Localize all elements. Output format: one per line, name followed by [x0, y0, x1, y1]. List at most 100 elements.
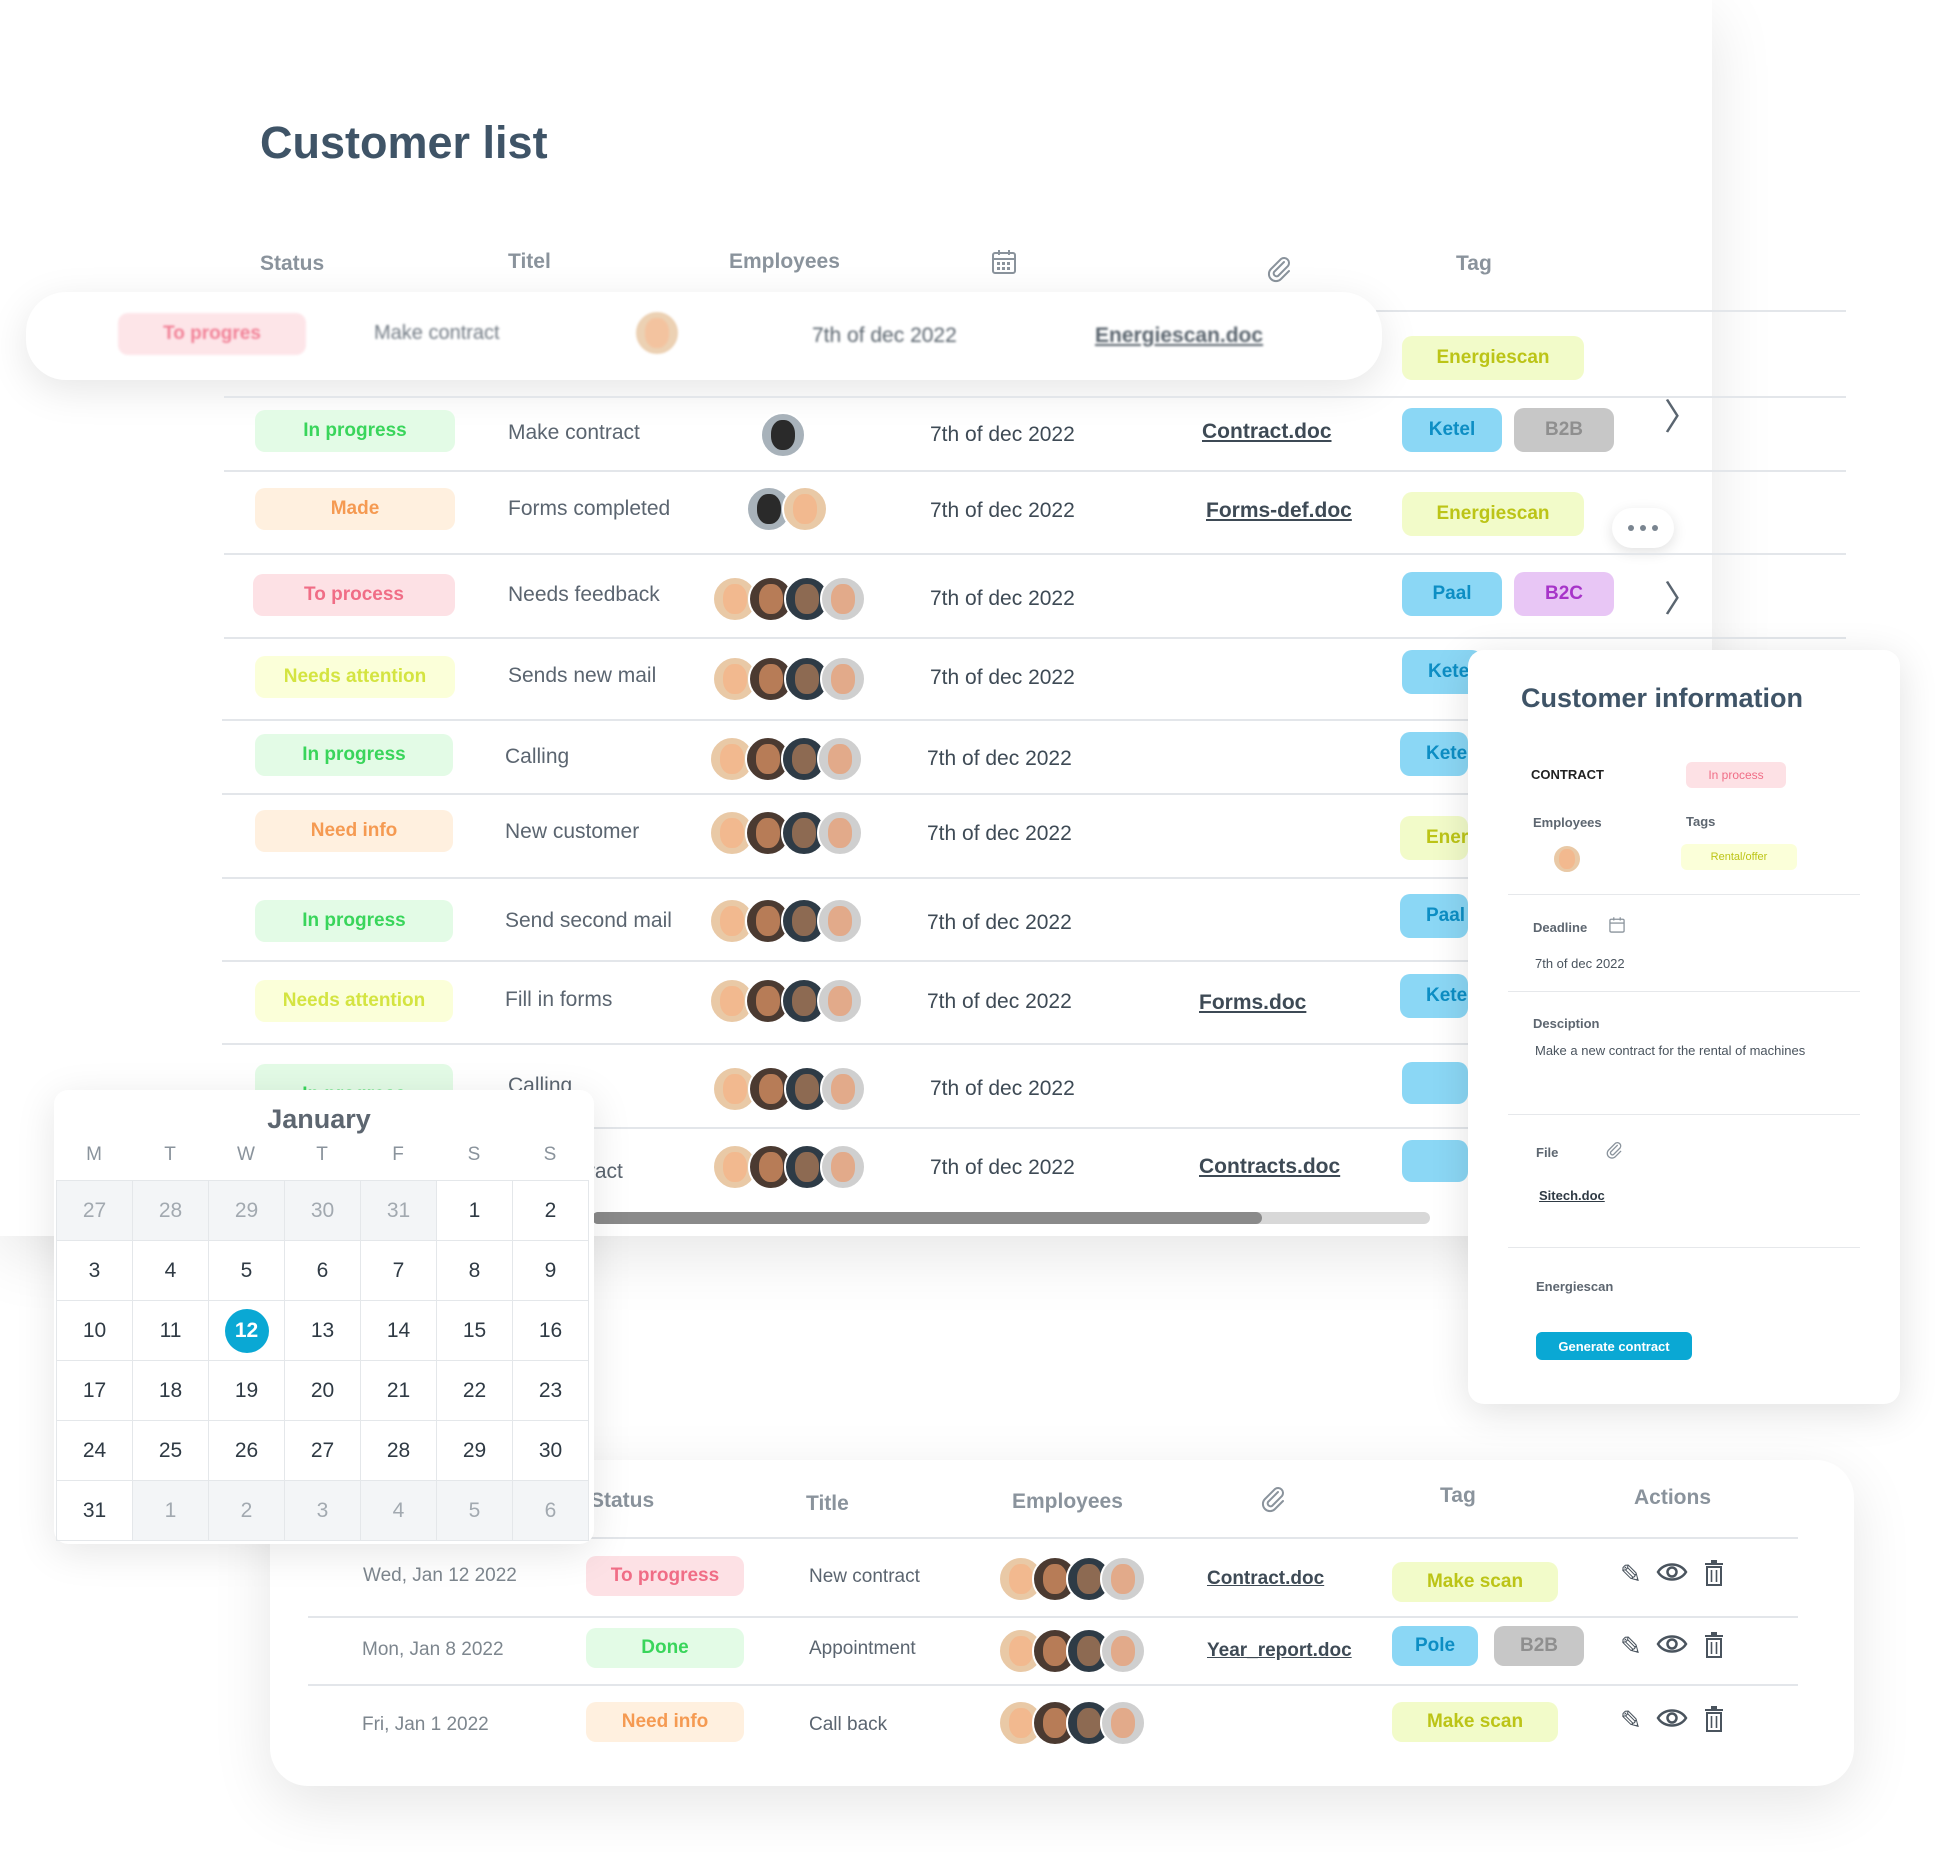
file-link[interactable]: Sitech.doc	[1539, 1188, 1605, 1203]
calendar-day[interactable]: 8	[437, 1241, 513, 1301]
employee-avatars	[998, 1628, 1158, 1674]
calendar-day[interactable]: 4	[361, 1481, 437, 1541]
calendar-day[interactable]: 6	[513, 1481, 589, 1541]
divider	[308, 1616, 1798, 1618]
column-header-tag[interactable]: Tag	[1456, 252, 1492, 276]
calendar-day[interactable]: 22	[437, 1361, 513, 1421]
tag-badge: Rental/offer	[1681, 844, 1797, 870]
paperclip-icon[interactable]	[1604, 1140, 1624, 1165]
calendar-day[interactable]: 2	[209, 1481, 285, 1541]
eye-icon[interactable]	[1656, 1630, 1688, 1662]
employee-avatars	[709, 736, 869, 782]
calendar-day[interactable]: 27	[57, 1181, 133, 1241]
calendar-day[interactable]: 30	[513, 1421, 589, 1481]
trash-icon[interactable]	[1704, 1706, 1724, 1736]
eye-icon[interactable]	[1656, 1558, 1688, 1593]
pencil-icon[interactable]: ✎	[1620, 1706, 1642, 1736]
calendar-day[interactable]: 7	[361, 1241, 437, 1301]
calendar-day[interactable]: 29	[209, 1181, 285, 1241]
row-date: 7th of dec 2022	[927, 747, 1072, 770]
file-link[interactable]: Contracts.doc	[1199, 1155, 1340, 1179]
calendar-day[interactable]: 31	[57, 1481, 133, 1541]
tag-badge: B2B	[1494, 1626, 1584, 1666]
generate-contract-button[interactable]: Generate contract	[1536, 1332, 1692, 1360]
calendar-day[interactable]: 15	[437, 1301, 513, 1361]
paperclip-icon[interactable]	[1258, 1484, 1288, 1519]
horizontal-scrollbar[interactable]	[592, 1212, 1430, 1224]
calendar-day[interactable]: 18	[133, 1361, 209, 1421]
trash-icon[interactable]	[1704, 1632, 1724, 1662]
weekday-label: F	[392, 1144, 404, 1165]
employee-avatars	[712, 1066, 872, 1112]
file-link[interactable]: Year_report.doc	[1207, 1640, 1352, 1662]
row-date: 7th of dec 2022	[930, 587, 1075, 610]
description-label: Desciption	[1533, 1016, 1600, 1031]
calendar-day[interactable]: 16	[513, 1301, 589, 1361]
calendar-day[interactable]: 29	[437, 1421, 513, 1481]
pencil-icon[interactable]: ✎	[1620, 1560, 1642, 1590]
calendar-day[interactable]: 1	[133, 1481, 209, 1541]
calendar-day[interactable]: 2	[513, 1181, 589, 1241]
calendar-day[interactable]: 3	[57, 1241, 133, 1301]
row-date: 7th of dec 2022	[812, 324, 957, 347]
pencil-icon[interactable]: ✎	[1620, 1632, 1642, 1662]
calendar-day[interactable]: 13	[285, 1301, 361, 1361]
column-header-title[interactable]: Title	[806, 1492, 849, 1516]
more-icon[interactable]	[1612, 508, 1674, 548]
eye-icon[interactable]	[1656, 1704, 1688, 1736]
calendar-day[interactable]: 5	[209, 1241, 285, 1301]
calendar-day[interactable]: 26	[209, 1421, 285, 1481]
row-date: 7th of dec 2022	[930, 1156, 1075, 1179]
calendar-day[interactable]: 28	[361, 1421, 437, 1481]
scrollbar-thumb[interactable]	[592, 1212, 1263, 1224]
calendar-day[interactable]: 21	[361, 1361, 437, 1421]
calendar-day[interactable]: 17	[57, 1361, 133, 1421]
calendar-day[interactable]: 24	[57, 1421, 133, 1481]
file-link[interactable]: Contract.doc	[1202, 420, 1332, 444]
description-value: Make a new contract for the rental of ma…	[1535, 1043, 1806, 1058]
contract-label: CONTRACT	[1531, 767, 1604, 782]
calendar-day[interactable]: 10	[57, 1301, 133, 1361]
calendar-day[interactable]: 14	[361, 1301, 437, 1361]
calendar-day[interactable]: 6	[285, 1241, 361, 1301]
calendar-day[interactable]: 1	[437, 1181, 513, 1241]
calendar-day[interactable]: 5	[437, 1481, 513, 1541]
calendar-day[interactable]: 23	[513, 1361, 589, 1421]
calendar-day[interactable]: 3	[285, 1481, 361, 1541]
calendar-day[interactable]: 11	[133, 1301, 209, 1361]
status-badge: To process	[253, 574, 455, 616]
calendar-day[interactable]: 30	[285, 1181, 361, 1241]
trash-icon[interactable]	[1704, 1560, 1724, 1590]
chevron-right-icon[interactable]: 〉	[1664, 388, 1700, 440]
calendar-icon[interactable]	[1608, 916, 1626, 939]
weekday-label: T	[316, 1144, 328, 1165]
column-header-tag[interactable]: Tag	[1440, 1484, 1476, 1508]
calendar-grid: 27 28 29 30 31 1 2 3 4 5 6 7 8 9 10 11 12 13 14 15 16 17 18 19 2…	[56, 1180, 589, 1541]
file-link[interactable]: Forms.doc	[1199, 991, 1306, 1015]
calendar-day-selected[interactable]: 12	[209, 1301, 285, 1361]
calendar-icon[interactable]	[990, 248, 1018, 281]
chevron-right-icon[interactable]: 〉	[1664, 570, 1700, 622]
column-header-employees[interactable]: Employees	[729, 250, 840, 274]
tag-badge: Ketel	[1402, 408, 1502, 452]
calendar-day[interactable]: 20	[285, 1361, 361, 1421]
file-link[interactable]: Energiescan.doc	[1095, 324, 1263, 348]
calendar-day[interactable]: 19	[209, 1361, 285, 1421]
column-header-title[interactable]: Titel	[508, 250, 551, 274]
calendar-day[interactable]: 27	[285, 1421, 361, 1481]
calendar-day[interactable]: 25	[133, 1421, 209, 1481]
weekday-label: M	[86, 1144, 102, 1165]
paperclip-icon[interactable]	[1264, 254, 1294, 289]
tag-badge: B2C	[1514, 572, 1614, 616]
employees-label: Employees	[1533, 815, 1602, 830]
file-link[interactable]: Forms-def.doc	[1206, 499, 1352, 523]
column-header-status[interactable]: Status	[590, 1489, 654, 1513]
calendar-day[interactable]: 31	[361, 1181, 437, 1241]
column-header-status[interactable]: Status	[260, 252, 324, 276]
calendar-day[interactable]: 4	[133, 1241, 209, 1301]
column-header-employees[interactable]: Employees	[1012, 1490, 1123, 1514]
calendar-day[interactable]: 28	[133, 1181, 209, 1241]
calendar-day[interactable]: 9	[513, 1241, 589, 1301]
file-link[interactable]: Contract.doc	[1207, 1568, 1324, 1590]
tag-badge: Paal	[1400, 894, 1468, 938]
